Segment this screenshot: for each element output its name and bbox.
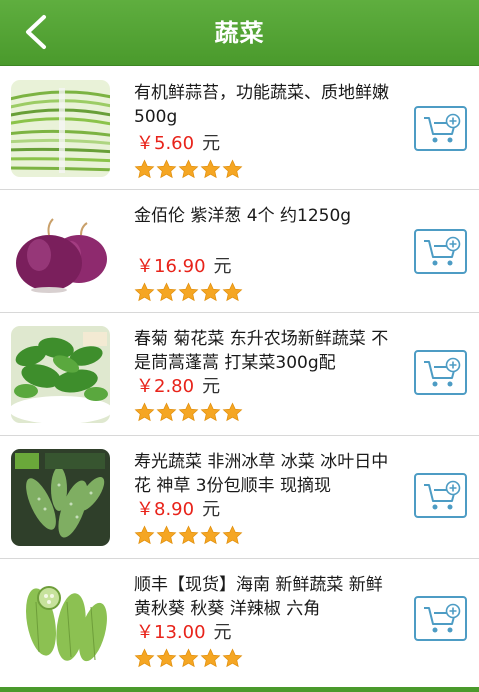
add-to-cart-icon <box>424 480 461 510</box>
star-icon <box>134 282 155 302</box>
star-icon <box>222 525 243 545</box>
price-row: ￥13.00 元 <box>136 621 232 645</box>
price-row: ￥16.90 元 <box>136 255 232 279</box>
product-name[interactable]: 寿光蔬菜 非洲冰草 冰菜 冰叶日中花 神草 3份包顺丰 现摘现 <box>134 450 396 498</box>
price-unit: 元 <box>202 499 221 520</box>
add-to-cart-icon <box>424 236 461 266</box>
star-icon <box>178 648 199 668</box>
add-to-cart-icon <box>424 357 461 387</box>
star-icon <box>134 402 155 422</box>
price-row: ￥8.90 元 <box>136 498 220 522</box>
add-to-cart-button[interactable] <box>414 106 467 151</box>
star-icon <box>222 159 243 179</box>
product-item[interactable]: 顺丰【现货】海南 新鲜蔬菜 新鲜黄秋葵 秋葵 洋辣椒 六角 ￥13.00 元 <box>0 559 479 682</box>
star-icon <box>222 648 243 668</box>
okra-photo[interactable] <box>11 572 110 669</box>
product-item[interactable]: 金佰伦 紫洋葱 4个 约1250g ￥16.90 元 <box>0 190 479 313</box>
rating-stars <box>134 402 243 424</box>
page-title: 蔬菜 <box>214 19 265 47</box>
rating-stars <box>134 159 243 181</box>
star-icon <box>134 159 155 179</box>
star-icon <box>200 525 221 545</box>
product-item[interactable]: 寿光蔬菜 非洲冰草 冰菜 冰叶日中花 神草 3份包顺丰 现摘现 ￥8.90 元 <box>0 436 479 559</box>
price-unit: 元 <box>202 133 221 154</box>
app-header: 蔬菜 <box>0 0 479 66</box>
star-icon <box>134 525 155 545</box>
price-unit: 元 <box>213 256 232 277</box>
ice-plant-photo[interactable] <box>11 449 110 546</box>
price-unit: 元 <box>213 622 232 643</box>
product-price: ￥13.00 <box>136 622 206 643</box>
star-icon <box>200 159 221 179</box>
star-icon <box>156 648 177 668</box>
product-name[interactable]: 有机鲜蒜苔，功能蔬菜、质地鲜嫩 500g <box>134 81 396 129</box>
rating-stars <box>134 282 243 304</box>
price-row: ￥5.60 元 <box>136 132 220 156</box>
product-item[interactable]: 春菊 菊花菜 东升农场新鲜蔬菜 不是茼蒿蓬蒿 打某菜300g配 ￥2.80 元 <box>0 313 479 436</box>
star-icon <box>156 525 177 545</box>
product-list: 有机鲜蒜苔，功能蔬菜、质地鲜嫩 500g ￥5.60 元 金佰伦 紫洋葱 4个 … <box>0 67 479 682</box>
product-price: ￥2.80 <box>136 376 195 397</box>
bottom-bar <box>0 687 479 692</box>
product-item[interactable]: 有机鲜蒜苔，功能蔬菜、质地鲜嫩 500g ￥5.60 元 <box>0 67 479 190</box>
garlic-sprout-photo[interactable] <box>11 80 110 177</box>
star-icon <box>200 282 221 302</box>
star-icon <box>222 282 243 302</box>
star-icon <box>134 648 155 668</box>
add-to-cart-button[interactable] <box>414 350 467 395</box>
add-to-cart-icon <box>424 113 461 143</box>
star-icon <box>156 282 177 302</box>
star-icon <box>178 159 199 179</box>
star-icon <box>222 402 243 422</box>
star-icon <box>200 648 221 668</box>
price-row: ￥2.80 元 <box>136 375 220 399</box>
chrysanthemum-greens-photo[interactable] <box>11 326 110 423</box>
star-icon <box>156 402 177 422</box>
star-icon <box>178 282 199 302</box>
add-to-cart-icon <box>424 603 461 633</box>
product-name[interactable]: 金佰伦 紫洋葱 4个 约1250g <box>134 204 396 228</box>
purple-onion-photo[interactable] <box>11 203 110 300</box>
product-name[interactable]: 顺丰【现货】海南 新鲜蔬菜 新鲜黄秋葵 秋葵 洋辣椒 六角 <box>134 573 396 621</box>
price-unit: 元 <box>202 376 221 397</box>
rating-stars <box>134 525 243 547</box>
add-to-cart-button[interactable] <box>414 596 467 641</box>
product-price: ￥5.60 <box>136 133 195 154</box>
add-to-cart-button[interactable] <box>414 229 467 274</box>
product-name[interactable]: 春菊 菊花菜 东升农场新鲜蔬菜 不是茼蒿蓬蒿 打某菜300g配 <box>134 327 396 375</box>
star-icon <box>178 402 199 422</box>
add-to-cart-button[interactable] <box>414 473 467 518</box>
star-icon <box>200 402 221 422</box>
rating-stars <box>134 648 243 670</box>
product-price: ￥16.90 <box>136 256 206 277</box>
product-price: ￥8.90 <box>136 499 195 520</box>
star-icon <box>156 159 177 179</box>
star-icon <box>178 525 199 545</box>
